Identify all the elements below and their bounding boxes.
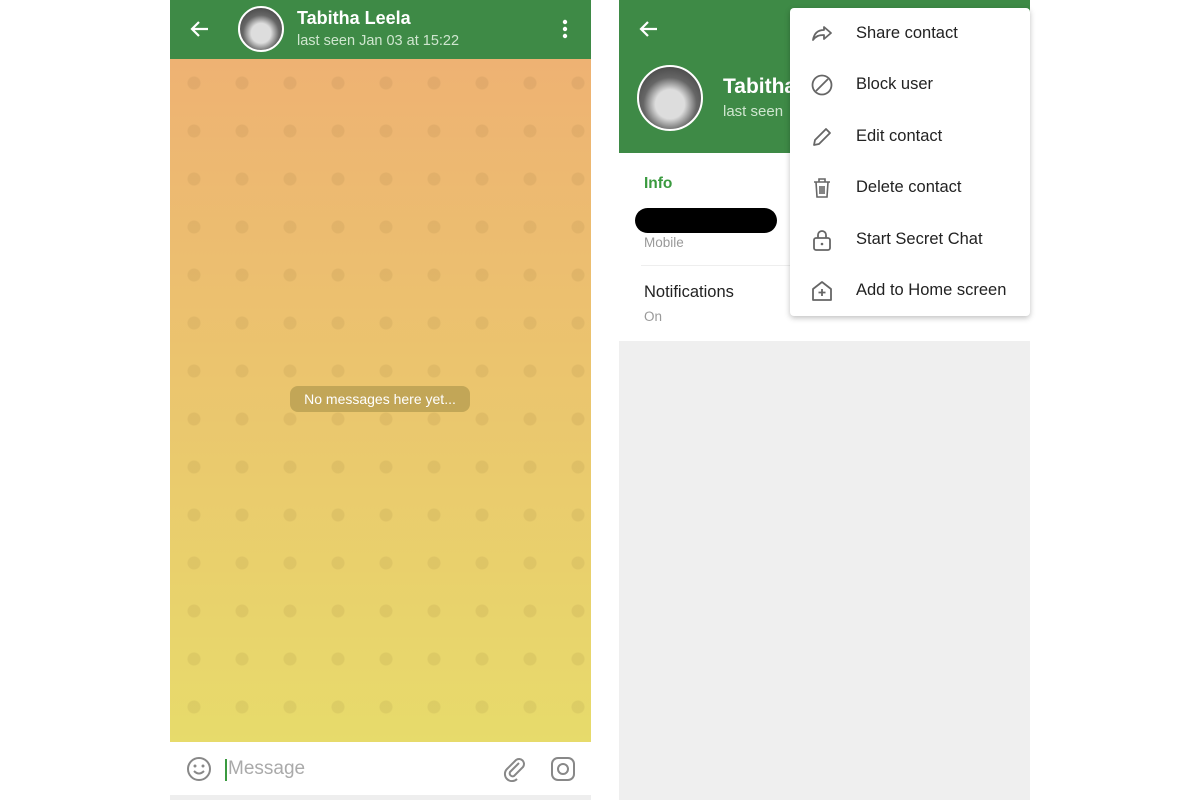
message-input-bar: Message (170, 742, 591, 795)
empty-chat-notice: No messages here yet... (290, 386, 470, 412)
emoji-icon[interactable] (186, 756, 212, 782)
block-icon (811, 74, 833, 95)
menu-item-label: Start Secret Chat (856, 230, 983, 248)
chat-header: Tabitha Leela last seen Jan 03 at 15:22 (170, 0, 591, 59)
info-heading: Info (644, 175, 673, 192)
text-cursor (225, 759, 227, 781)
nav-strip (170, 795, 591, 800)
profile-status: last seen (723, 103, 784, 120)
menu-item-label: Edit contact (856, 127, 943, 145)
more-vert-icon[interactable] (559, 18, 571, 40)
menu-item-label: Block user (856, 75, 934, 93)
avatar[interactable] (238, 6, 284, 52)
pencil-icon (813, 127, 831, 146)
overflow-menu: Share contact Block user Edit contact De… (790, 8, 1030, 316)
profile-name: Tabitha (723, 75, 797, 98)
menu-item-start-secret-chat[interactable]: Start Secret Chat (790, 214, 1030, 265)
back-arrow-icon[interactable] (190, 19, 210, 39)
message-input[interactable]: Message (228, 758, 305, 780)
menu-item-edit-contact[interactable]: Edit contact (790, 111, 1030, 162)
lock-icon (813, 229, 831, 251)
notifications-value: On (644, 309, 663, 324)
notifications-row[interactable]: Notifications (644, 283, 734, 302)
menu-item-add-to-home-screen[interactable]: Add to Home screen (790, 265, 1030, 316)
add-home-icon (812, 280, 832, 301)
contact-name[interactable]: Tabitha Leela (297, 8, 411, 29)
last-seen-status: last seen Jan 03 at 15:22 (297, 33, 460, 49)
camera-icon[interactable] (550, 756, 576, 782)
trash-icon (814, 177, 830, 198)
menu-item-label: Add to Home screen (856, 281, 1007, 299)
menu-item-label: Delete contact (856, 178, 962, 196)
attach-icon[interactable] (501, 756, 527, 782)
redacted-phone-number (635, 208, 777, 233)
menu-item-share-contact[interactable]: Share contact (790, 8, 1030, 59)
share-icon (812, 25, 832, 41)
profile-avatar[interactable] (637, 65, 703, 131)
phone-label: Mobile (644, 235, 684, 250)
menu-item-label: Share contact (856, 24, 958, 42)
back-arrow-icon[interactable] (639, 19, 659, 39)
chat-screen: Tabitha Leela last seen Jan 03 at 15:22 … (170, 0, 591, 800)
menu-item-delete-contact[interactable]: Delete contact (790, 162, 1030, 213)
menu-item-block-user[interactable]: Block user (790, 59, 1030, 110)
